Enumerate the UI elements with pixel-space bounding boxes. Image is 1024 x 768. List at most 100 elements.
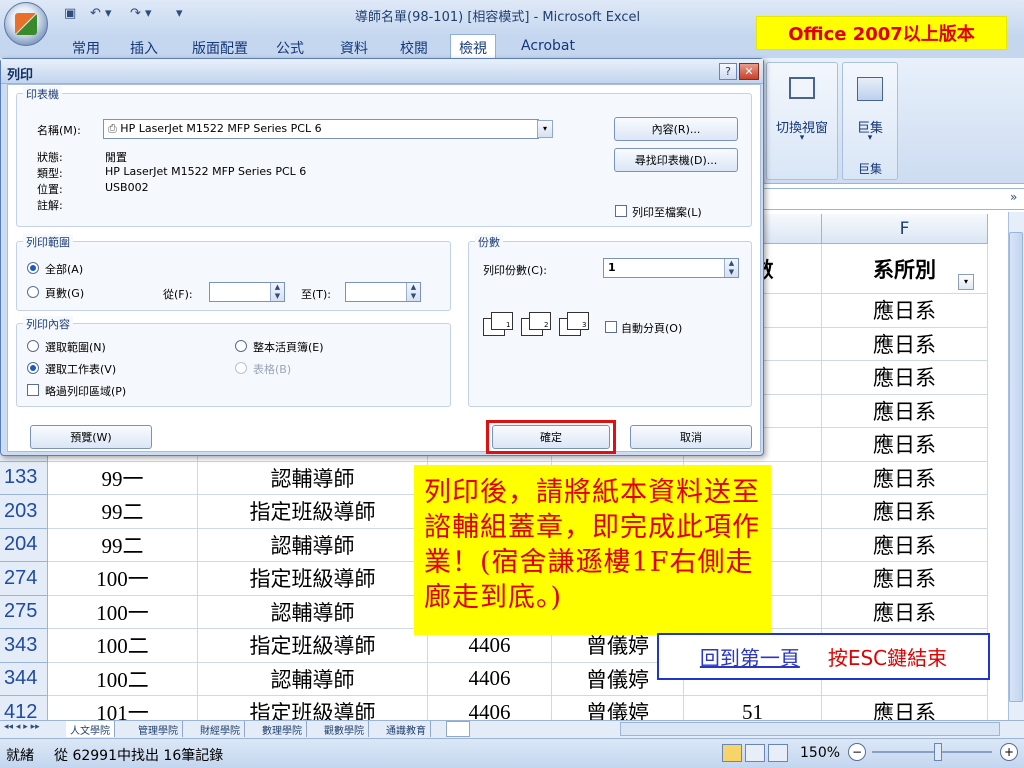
macros-group: 巨集 ▾ 巨集 (842, 62, 898, 180)
back-to-first-page-link[interactable]: 回到第一頁 (700, 642, 800, 671)
ignore-print-areas-checkbox[interactable] (27, 384, 39, 396)
cell-dept[interactable]: 應日系 (822, 495, 988, 529)
insert-sheet-icon[interactable] (446, 721, 470, 737)
print-dialog: 列印 ? ✕ 印表機 名稱(M): ⎙ HP LaserJet M1522 MF… (0, 58, 764, 456)
to-spinner-icon[interactable]: ▲ ▼ (406, 283, 420, 301)
cell-type[interactable]: 認輔導師 (198, 461, 428, 495)
copies-spinner-icon[interactable]: ▲ ▼ (724, 259, 738, 277)
zoom-level[interactable]: 150% (800, 745, 840, 761)
office-button[interactable] (4, 2, 48, 46)
cell-year[interactable]: 99二 (48, 528, 198, 562)
printer-dropdown-icon[interactable]: ▾ (537, 120, 553, 138)
collate-checkbox[interactable] (605, 321, 617, 333)
cell-type[interactable]: 認輔導師 (198, 595, 428, 629)
row-header[interactable]: 133 (0, 461, 48, 495)
all-label: 全部(A) (45, 263, 84, 276)
sheet-tab-digital[interactable]: 觀數學院 (320, 721, 369, 737)
instruction-note: 列印後，請將紙本資料送至諮輔組蓋章，即完成此項作業！(宿舍謙遜樓1F右側走廊走到… (414, 465, 771, 635)
cell-type[interactable]: 認輔導師 (198, 662, 428, 696)
num-copies-input[interactable]: 1 (603, 258, 739, 278)
from-spinner-icon[interactable]: ▲ ▼ (270, 283, 284, 301)
entire-workbook-radio[interactable] (235, 340, 247, 352)
selection-radio[interactable] (27, 340, 39, 352)
table-radio (235, 362, 247, 374)
page-layout-view-icon[interactable] (745, 744, 765, 762)
num-copies-label: 列印份數(C): (483, 264, 547, 277)
entire-workbook-label: 整本活頁簿(E) (253, 341, 324, 354)
normal-view-icon[interactable] (722, 744, 742, 762)
customize-qat-icon[interactable]: ▾ (176, 6, 183, 24)
row-header[interactable]: 344 (0, 662, 48, 696)
sheet-tab-science[interactable]: 數理學院 (258, 721, 307, 737)
printer-select[interactable]: ⎙ HP LaserJet M1522 MFP Series PCL 6 (103, 119, 539, 139)
cell-dept[interactable]: 應日系 (822, 595, 988, 629)
tab-view[interactable]: 檢視 (450, 34, 496, 59)
column-header-f[interactable]: F (822, 214, 988, 244)
sheet-nav-icon[interactable]: ◂◂ ◂ ▸ ▸▸ (4, 722, 40, 732)
row-header[interactable]: 204 (0, 528, 48, 562)
help-icon[interactable]: ? (719, 63, 737, 80)
cell-dept[interactable]: 應日系 (822, 294, 988, 328)
cell-year[interactable]: 100二 (48, 662, 198, 696)
tab-insert[interactable]: 插入 (130, 38, 158, 58)
cell-type[interactable]: 指定班級導師 (198, 495, 428, 529)
filter-dropdown-icon[interactable]: ▾ (958, 274, 974, 290)
expand-formula-icon[interactable]: » (1010, 190, 1017, 204)
cell-dept[interactable]: 應日系 (822, 562, 988, 596)
close-icon[interactable]: ✕ (739, 63, 759, 80)
dialog-title: 列印 (1, 59, 763, 84)
tab-formulas[interactable]: 公式 (276, 38, 304, 58)
properties-button[interactable]: 內容(R)... (614, 117, 738, 141)
ok-button[interactable]: 確定 (492, 425, 610, 449)
macros-icon (857, 77, 883, 101)
zoom-slider[interactable] (872, 751, 992, 753)
navigation-box: 回到第一頁 按ESC鍵結束 (657, 633, 990, 680)
cell-year[interactable]: 100二 (48, 629, 198, 663)
cell-dept[interactable]: 應日系 (822, 528, 988, 562)
cell-year[interactable]: 99二 (48, 495, 198, 529)
horizontal-scrollbar[interactable] (620, 722, 1000, 736)
cell-year[interactable]: 99一 (48, 461, 198, 495)
redo-icon[interactable]: ↷ ▾ (130, 6, 152, 24)
status-label: 狀態: (37, 151, 63, 164)
cell-year[interactable]: 100一 (48, 562, 198, 596)
vertical-scroll-thumb[interactable] (1009, 232, 1023, 702)
sheet-tab-humanities[interactable]: 人文學院 (66, 721, 115, 737)
tab-home[interactable]: 常用 (72, 38, 100, 58)
zoom-in-icon[interactable]: + (1000, 743, 1018, 761)
cell-dept[interactable]: 應日系 (822, 461, 988, 495)
zoom-slider-thumb[interactable] (934, 743, 942, 761)
print-range-group: 列印範圍 全部(A) 頁數(G) 從(F): ▲ ▼ 至(T): ▲ ▼ (16, 234, 451, 311)
row-header[interactable]: 274 (0, 562, 48, 596)
tab-acrobat[interactable]: Acrobat (521, 38, 575, 54)
cell-room[interactable]: 4406 (428, 662, 552, 696)
row-header[interactable]: 343 (0, 629, 48, 663)
cell-type[interactable]: 指定班級導師 (198, 629, 428, 663)
save-icon[interactable]: ▣ (64, 6, 76, 24)
cell-type[interactable]: 指定班級導師 (198, 562, 428, 596)
find-printer-button[interactable]: 尋找印表機(D)... (614, 148, 738, 172)
cell-dept[interactable]: 應日系 (822, 428, 988, 462)
tab-data[interactable]: 資料 (340, 38, 368, 58)
page-break-view-icon[interactable] (768, 744, 788, 762)
cell-dept[interactable]: 應日系 (822, 361, 988, 395)
active-sheets-radio[interactable] (27, 362, 39, 374)
cancel-button[interactable]: 取消 (630, 425, 752, 449)
pages-radio[interactable] (27, 286, 39, 298)
tab-review[interactable]: 校閱 (400, 38, 428, 58)
cell-dept[interactable]: 應日系 (822, 394, 988, 428)
cell-dept[interactable]: 應日系 (822, 327, 988, 361)
row-header[interactable]: 203 (0, 495, 48, 529)
cell-type[interactable]: 認輔導師 (198, 528, 428, 562)
all-radio[interactable] (27, 262, 39, 274)
sheet-tab-finance[interactable]: 財經學院 (196, 721, 245, 737)
tab-page-layout[interactable]: 版面配置 (192, 38, 248, 58)
row-header[interactable]: 275 (0, 595, 48, 629)
undo-icon[interactable]: ↶ ▾ (90, 6, 112, 24)
preview-button[interactable]: 預覽(W) (30, 425, 152, 449)
print-to-file-checkbox[interactable] (615, 205, 627, 217)
zoom-out-icon[interactable]: − (848, 743, 866, 761)
sheet-tab-management[interactable]: 管理學院 (134, 721, 183, 737)
cell-year[interactable]: 100一 (48, 595, 198, 629)
sheet-tab-general[interactable]: 通識教育 (382, 721, 431, 737)
